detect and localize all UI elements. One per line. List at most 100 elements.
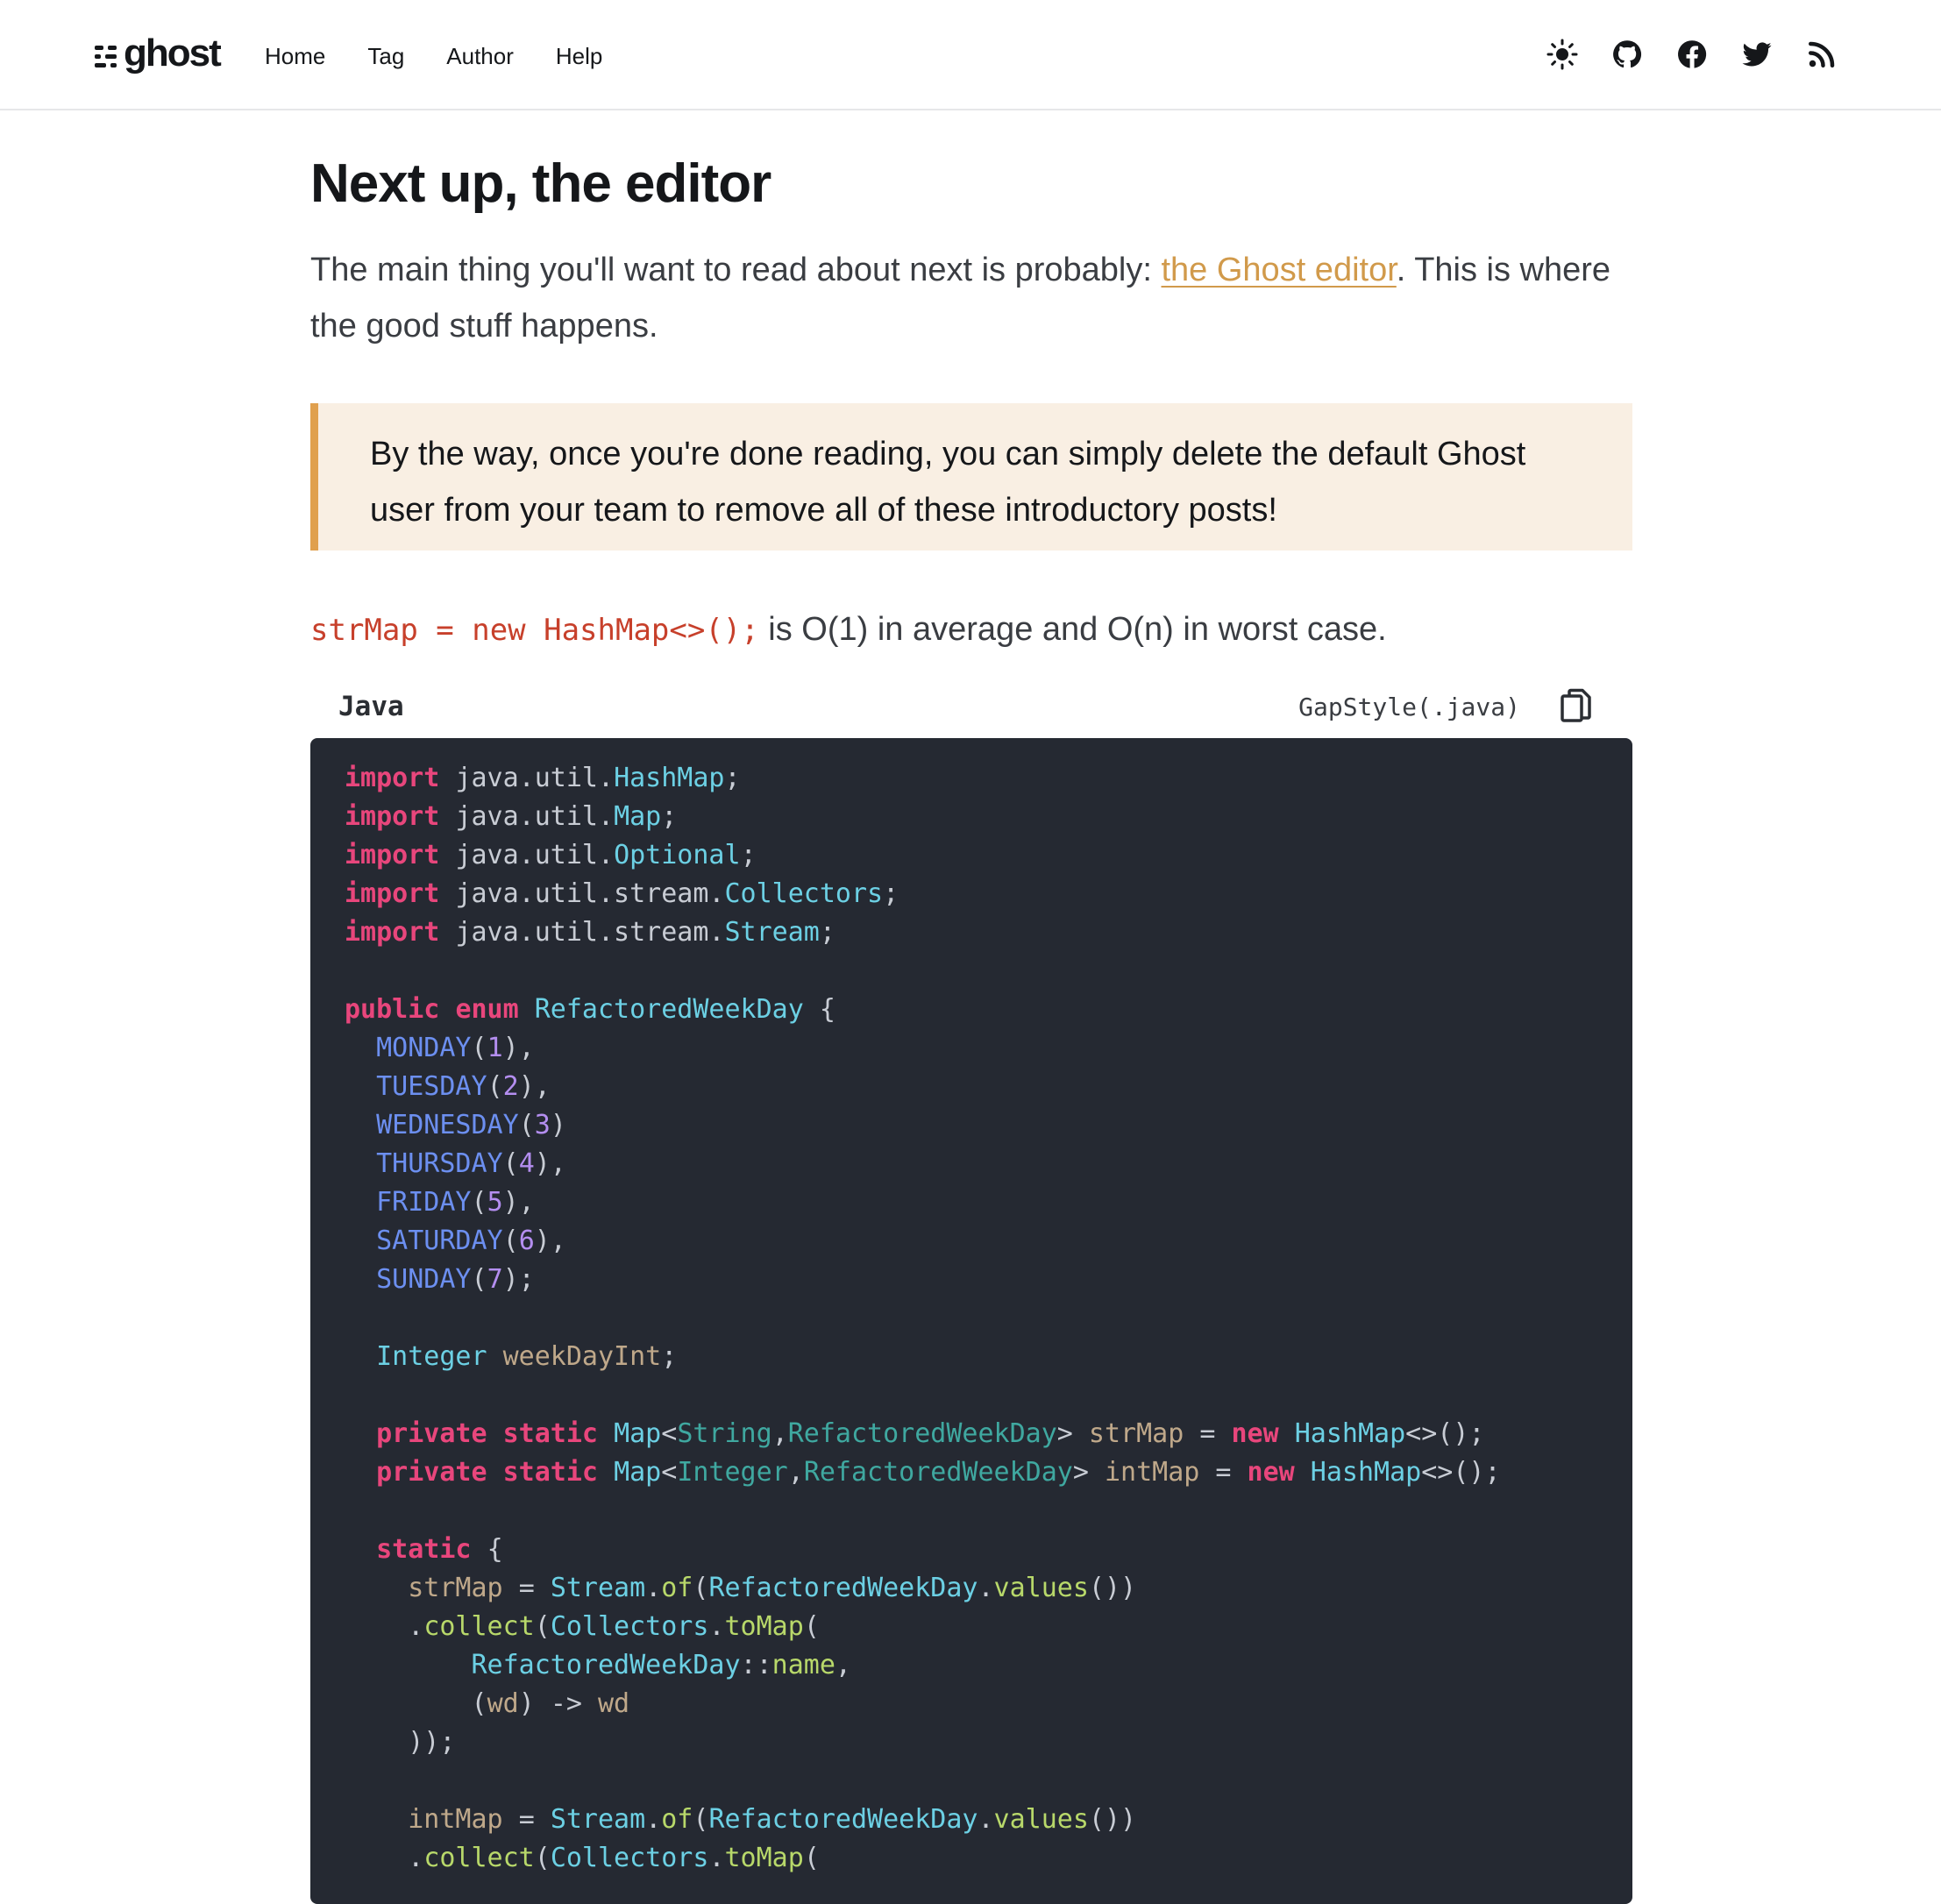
code-line: RefactoredWeekDay::name, xyxy=(345,1646,1632,1685)
code-token: ; xyxy=(883,878,899,909)
ghost-editor-link[interactable]: the Ghost editor xyxy=(1161,252,1396,288)
code-token: MONDAY xyxy=(376,1033,472,1063)
code-token: import xyxy=(345,763,440,793)
code-line: import java.util.Optional; xyxy=(345,836,1632,875)
nav-home[interactable]: Home xyxy=(265,40,325,72)
code-token: String xyxy=(677,1418,772,1449)
code-line: static { xyxy=(345,1531,1632,1569)
code-line: private static Map<String,RefactoredWeek… xyxy=(345,1415,1632,1453)
code-token: Collectors xyxy=(550,1843,709,1873)
nav-help[interactable]: Help xyxy=(556,40,602,72)
sun-icon[interactable] xyxy=(1546,39,1578,70)
twitter-icon[interactable] xyxy=(1741,39,1773,70)
code-token: 7 xyxy=(487,1264,503,1295)
code-token: public xyxy=(345,994,440,1025)
code-token: ( xyxy=(803,1611,820,1642)
code-token: RefactoredWeekDay xyxy=(708,1804,978,1835)
code-token: ; xyxy=(724,763,741,793)
code-token: <>(); xyxy=(1421,1457,1501,1488)
code-token: 4 xyxy=(518,1148,535,1179)
code-line: TUESDAY(2), xyxy=(345,1068,1632,1106)
inline-code-description: is O(1) in average and O(n) in worst cas… xyxy=(758,611,1387,648)
nav-tag[interactable]: Tag xyxy=(367,40,404,72)
code-line: .collect(Collectors.toMap( xyxy=(345,1608,1632,1646)
code-line: import java.util.stream.Stream; xyxy=(345,913,1632,952)
code-token: RefactoredWeekDay xyxy=(534,994,804,1025)
facebook-icon[interactable] xyxy=(1676,39,1708,70)
code-token: import xyxy=(345,878,440,909)
code-token: RefactoredWeekDay xyxy=(471,1650,741,1680)
code-token: ), xyxy=(502,1187,535,1218)
code-token: ; xyxy=(740,840,757,870)
code-line: THURSDAY(4), xyxy=(345,1145,1632,1183)
code-token: ), xyxy=(502,1033,535,1063)
code-token: ( xyxy=(471,1187,487,1218)
code-token: RefactoredWeekDay xyxy=(708,1573,978,1603)
code-token: Optional xyxy=(614,840,741,870)
intro-text-before: The main thing you'll want to read about… xyxy=(310,252,1162,288)
code-filename: GapStyle(.java) xyxy=(1298,693,1520,721)
code-token: , xyxy=(771,1418,788,1449)
code-token: Map xyxy=(614,1457,662,1488)
code-token: WEDNESDAY xyxy=(376,1110,519,1140)
code-token: intMap xyxy=(408,1804,503,1835)
callout-text: By the way, once you're done reading, yo… xyxy=(370,436,1526,529)
code-token: ; xyxy=(819,917,835,948)
code-token: , xyxy=(787,1457,804,1488)
code-token: ( xyxy=(534,1843,551,1873)
code-token: . xyxy=(978,1804,994,1835)
code-token: ( xyxy=(502,1226,519,1256)
code-token: ), xyxy=(534,1226,566,1256)
code-token: static xyxy=(502,1457,598,1488)
code-token: ; xyxy=(661,801,678,832)
code-token: ( xyxy=(534,1611,551,1642)
code-token: java.util.stream. xyxy=(455,878,725,909)
code-token: )); xyxy=(408,1727,456,1758)
copy-icon[interactable] xyxy=(1559,687,1594,726)
code-token: ); xyxy=(502,1264,535,1295)
code-token: Stream xyxy=(550,1804,646,1835)
site-logo[interactable]: ghost xyxy=(95,30,222,77)
code-token: 1 xyxy=(487,1033,503,1063)
code-token: static xyxy=(376,1534,472,1565)
inline-code-paragraph: strMap = new HashMap<>(); is O(1) in ave… xyxy=(310,605,1387,655)
code-block: import java.util.HashMap; import java.uti… xyxy=(310,738,1632,1904)
code-token: { xyxy=(487,1534,503,1565)
code-token: Map xyxy=(614,801,662,832)
code-token: = xyxy=(1215,1457,1232,1488)
code-token: collect xyxy=(423,1843,535,1873)
code-token: HashMap xyxy=(614,763,725,793)
code-token: Stream xyxy=(724,917,820,948)
code-token: static xyxy=(502,1418,598,1449)
code-token: 2 xyxy=(502,1071,519,1102)
code-token: Integer xyxy=(677,1457,788,1488)
code-token: ), xyxy=(518,1071,551,1102)
code-token: > xyxy=(1072,1457,1089,1488)
code-token: <>(); xyxy=(1405,1418,1485,1449)
code-token: . xyxy=(978,1573,994,1603)
code-token: RefactoredWeekDay xyxy=(803,1457,1073,1488)
github-icon[interactable] xyxy=(1611,39,1643,70)
code-token: Integer xyxy=(376,1341,487,1372)
code-token: ; xyxy=(661,1341,678,1372)
rss-icon[interactable] xyxy=(1806,39,1838,70)
code-token: THURSDAY xyxy=(376,1148,503,1179)
nav-author[interactable]: Author xyxy=(446,40,514,72)
code-token: ()) xyxy=(1088,1804,1137,1835)
code-token: new xyxy=(1247,1457,1295,1488)
code-line: Integer weekDayInt; xyxy=(345,1338,1632,1376)
logo-text: ghost xyxy=(124,32,222,75)
code-token: toMap xyxy=(724,1843,804,1873)
code-language-label: Java xyxy=(338,691,404,722)
code-token: java.util.stream. xyxy=(455,917,725,948)
code-token: ) xyxy=(550,1110,566,1140)
code-token: ), xyxy=(534,1148,566,1179)
code-line: MONDAY(1), xyxy=(345,1029,1632,1068)
code-token: intMap xyxy=(1104,1457,1200,1488)
code-line: import java.util.stream.Collectors; xyxy=(345,875,1632,913)
code-token: . xyxy=(408,1611,424,1642)
